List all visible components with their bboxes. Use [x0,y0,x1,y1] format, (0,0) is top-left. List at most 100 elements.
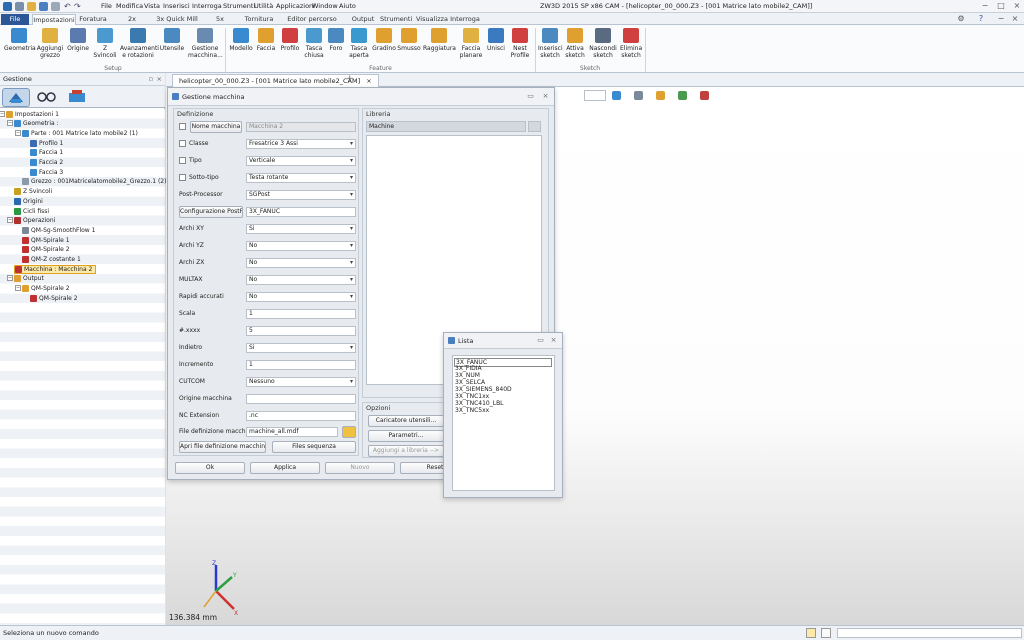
profilo-button[interactable]: Profilo [278,28,302,52]
print-icon[interactable] [51,2,60,11]
field-dropdown[interactable]: Verticale [246,156,356,166]
command-input[interactable] [837,628,1022,638]
field-dropdown[interactable]: No [246,275,356,285]
tab-impostazioni[interactable]: Impostazioni [32,14,76,25]
tree-node[interactable]: Profilo 1 [30,139,63,148]
material-icon[interactable] [656,91,665,100]
field-input[interactable]: .nc [246,411,356,421]
field-checkbox[interactable] [179,174,186,181]
list-item[interactable]: 3X_NUM [455,372,480,379]
field-input[interactable]: 1 [246,360,356,370]
close-button[interactable]: × [1012,1,1022,11]
tab-cam-manager[interactable] [2,88,30,107]
menu-applicazioni[interactable]: Applicazioni [276,2,315,10]
inserisci-sketch-button[interactable]: Inserisci sketch [538,28,563,59]
tab-output[interactable]: Output [350,14,376,25]
undo-icon[interactable]: ↶ [64,2,73,11]
tree-node[interactable]: QM-Spirale 2 [22,245,70,254]
field-dropdown[interactable]: Fresatrice 3 Assi [246,139,356,149]
field-input[interactable]: 5 [246,326,356,336]
expand-toggle-icon[interactable]: − [0,110,5,117]
list-item[interactable]: 3X_TNC1xx [455,393,489,400]
field-dropdown[interactable]: No [246,258,356,268]
render-mode-icon[interactable] [634,91,643,100]
nome-macchina-field[interactable]: Macchina 2 [246,122,356,132]
status-grid-icon[interactable] [821,628,831,638]
filter-dropdown[interactable] [584,90,606,101]
geometria-button[interactable]: Geometria [4,28,36,52]
expand-toggle-icon[interactable]: − [7,275,13,282]
list-item[interactable]: 3X_TNC5xx [455,407,489,414]
tab-strumenti[interactable]: Strumenti [380,14,412,25]
applica-button[interactable]: Applica [250,462,320,474]
expand-toggle-icon[interactable]: − [15,129,21,136]
tree-node[interactable]: Faccia 3 [30,168,63,177]
field-dropdown[interactable]: SGPost [246,190,356,200]
field-input[interactable]: machine_all.mdf [246,427,338,437]
panel-close-icon[interactable]: × [157,73,162,86]
tree-node[interactable]: − Geometria : [7,119,59,128]
elimina-sketch-button[interactable]: Elimina sketch [620,28,642,59]
unisci-button[interactable]: Unisci [486,28,506,52]
field-dropdown[interactable]: Si [246,224,356,234]
field-dropdown[interactable]: No [246,292,356,302]
settings-icon[interactable]: ⚙ [956,14,966,24]
tree-node[interactable]: Faccia 1 [30,148,63,157]
dialog-minimize-button[interactable]: ▭ [526,92,535,101]
open-file-icon[interactable] [27,2,36,11]
help-icon[interactable]: ? [976,14,986,24]
tab-visualizza[interactable]: Visualizza [416,14,448,25]
tree-node[interactable]: − Impostazioni 1 [0,110,59,119]
tab-close-icon[interactable]: × [366,77,371,85]
dialog-title-bar[interactable]: Gestione macchina ▭ × [168,88,554,106]
tab-interroga[interactable]: Interroga [450,14,480,25]
tree-node[interactable]: QM-Spirale 1 [22,236,70,245]
field-input[interactable]: 3X_FANUC [246,207,356,217]
configurazione-postp-button[interactable]: Configurazione PostP [179,206,243,218]
tree-node[interactable]: − Operazioni [7,216,55,225]
save-icon[interactable] [39,2,48,11]
tree-node[interactable]: QM-Sg-SmoothFlow 1 [22,226,95,235]
aggiungi-a-libreria-button[interactable]: Aggiungi a libreria --> [368,445,444,457]
tree-node[interactable]: Macchina : Macchina 2 [14,264,97,274]
field-checkbox[interactable] [179,140,186,147]
tab-foratura[interactable]: Foratura [78,14,108,25]
foro-button[interactable]: Foro [326,28,346,52]
tab-2x-fresatura[interactable]: 2x Fresatura [112,14,152,34]
display-icon[interactable] [678,91,687,100]
tasca-chiusa-button[interactable]: Tasca chiusa [303,28,325,59]
expand-toggle-icon[interactable]: − [7,120,13,127]
ribbon-close-icon[interactable]: × [1010,14,1020,24]
list-item[interactable]: 3X_FIDIA [455,365,482,372]
tab-view-manager[interactable] [33,88,61,107]
nome-macchina-button[interactable]: Nome macchina [190,121,242,133]
new-tab-icon[interactable]: + [346,74,354,84]
menu-aiuto[interactable]: Aiuto [339,2,356,10]
tab-5x-fresatura[interactable]: 5x Fresatura [200,14,240,34]
postprocessor-list[interactable]: 3X_FANUC 3X_FIDIA 3X_NUM 3X_SELCA 3X_SIEMENS… [452,355,555,491]
gestione-macchina-button[interactable]: Gestione macchina... [188,28,223,59]
field-dropdown[interactable]: Testa rotante [246,173,356,183]
tree-node[interactable]: − QM-Spirale 2 [15,284,70,293]
view-cube-icon[interactable] [612,91,621,100]
tab-3x-quick-mill[interactable]: 3x Quick Mill [156,14,198,25]
faccia-button[interactable]: Faccia [255,28,277,52]
tasca-aperta-button[interactable]: Tasca aperta [347,28,371,59]
modello-button[interactable]: Modello [228,28,254,52]
new-file-icon[interactable] [15,2,24,11]
expand-toggle-icon[interactable]: − [7,217,13,224]
lista-close-button[interactable]: × [549,336,558,345]
list-item[interactable]: 3X_SIEMENS_840D [455,386,512,393]
tree-node[interactable]: QM-Z costante 1 [22,255,81,264]
tree-node[interactable]: Cicli fissi [14,207,49,216]
files-sequenza-button[interactable]: Files sequenza [272,441,356,453]
menu-strumenti[interactable]: Strumenti [223,2,255,10]
tab-editor-percorso[interactable]: Editor percorso utensile [280,14,344,34]
field-dropdown[interactable]: Nessuno [246,377,356,387]
maximize-button[interactable]: □ [996,1,1006,11]
field-dropdown[interactable]: Si [246,343,356,353]
z-svincoli-button[interactable]: Z Svincoli [91,28,119,59]
nome-macchina-checkbox[interactable] [179,123,186,130]
aggiungi-grezzo-button[interactable]: Aggiungi grezzo [36,28,64,59]
list-item[interactable]: 3X_TNC410_LBL [455,400,504,407]
